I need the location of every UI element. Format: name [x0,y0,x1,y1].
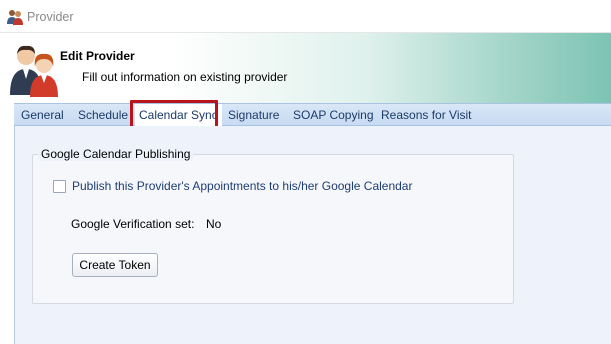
tab-strip: General Schedule Calendar Sync Signature… [14,103,611,126]
providers-avatar-icon [10,45,58,97]
google-verification-label: Google Verification set: [71,217,195,231]
publish-to-google-calendar-checkbox[interactable] [53,179,66,193]
tab-schedule[interactable]: Schedule [74,104,132,126]
tab-soap-copying[interactable]: SOAP Copying [289,104,378,126]
header-banner: Edit Provider Fill out information on ex… [0,33,611,103]
publish-to-google-calendar-label[interactable]: Publish this Provider's Appointments to … [72,179,412,193]
group-title: Google Calendar Publishing [38,147,194,161]
window-title: Provider [27,10,74,24]
tab-reasons-for-visit[interactable]: Reasons for Visit [377,104,476,126]
tab-general[interactable]: General [17,104,68,126]
page-subtitle: Fill out information on existing provide… [82,70,288,84]
tab-calendar-sync[interactable]: Calendar Sync [135,104,222,126]
tab-signature[interactable]: Signature [224,104,283,126]
tab-content-calendar-sync: Google Calendar Publishing Publish this … [14,126,611,344]
google-calendar-publishing-group: Google Calendar Publishing Publish this … [32,147,514,304]
window-titlebar: Provider [0,0,611,33]
create-token-button[interactable]: Create Token [72,253,158,277]
page-title: Edit Provider [60,49,135,63]
publish-to-google-calendar-option[interactable]: Publish this Provider's Appointments to … [53,179,412,193]
providers-icon [7,10,23,25]
google-verification-value: No [206,217,222,231]
